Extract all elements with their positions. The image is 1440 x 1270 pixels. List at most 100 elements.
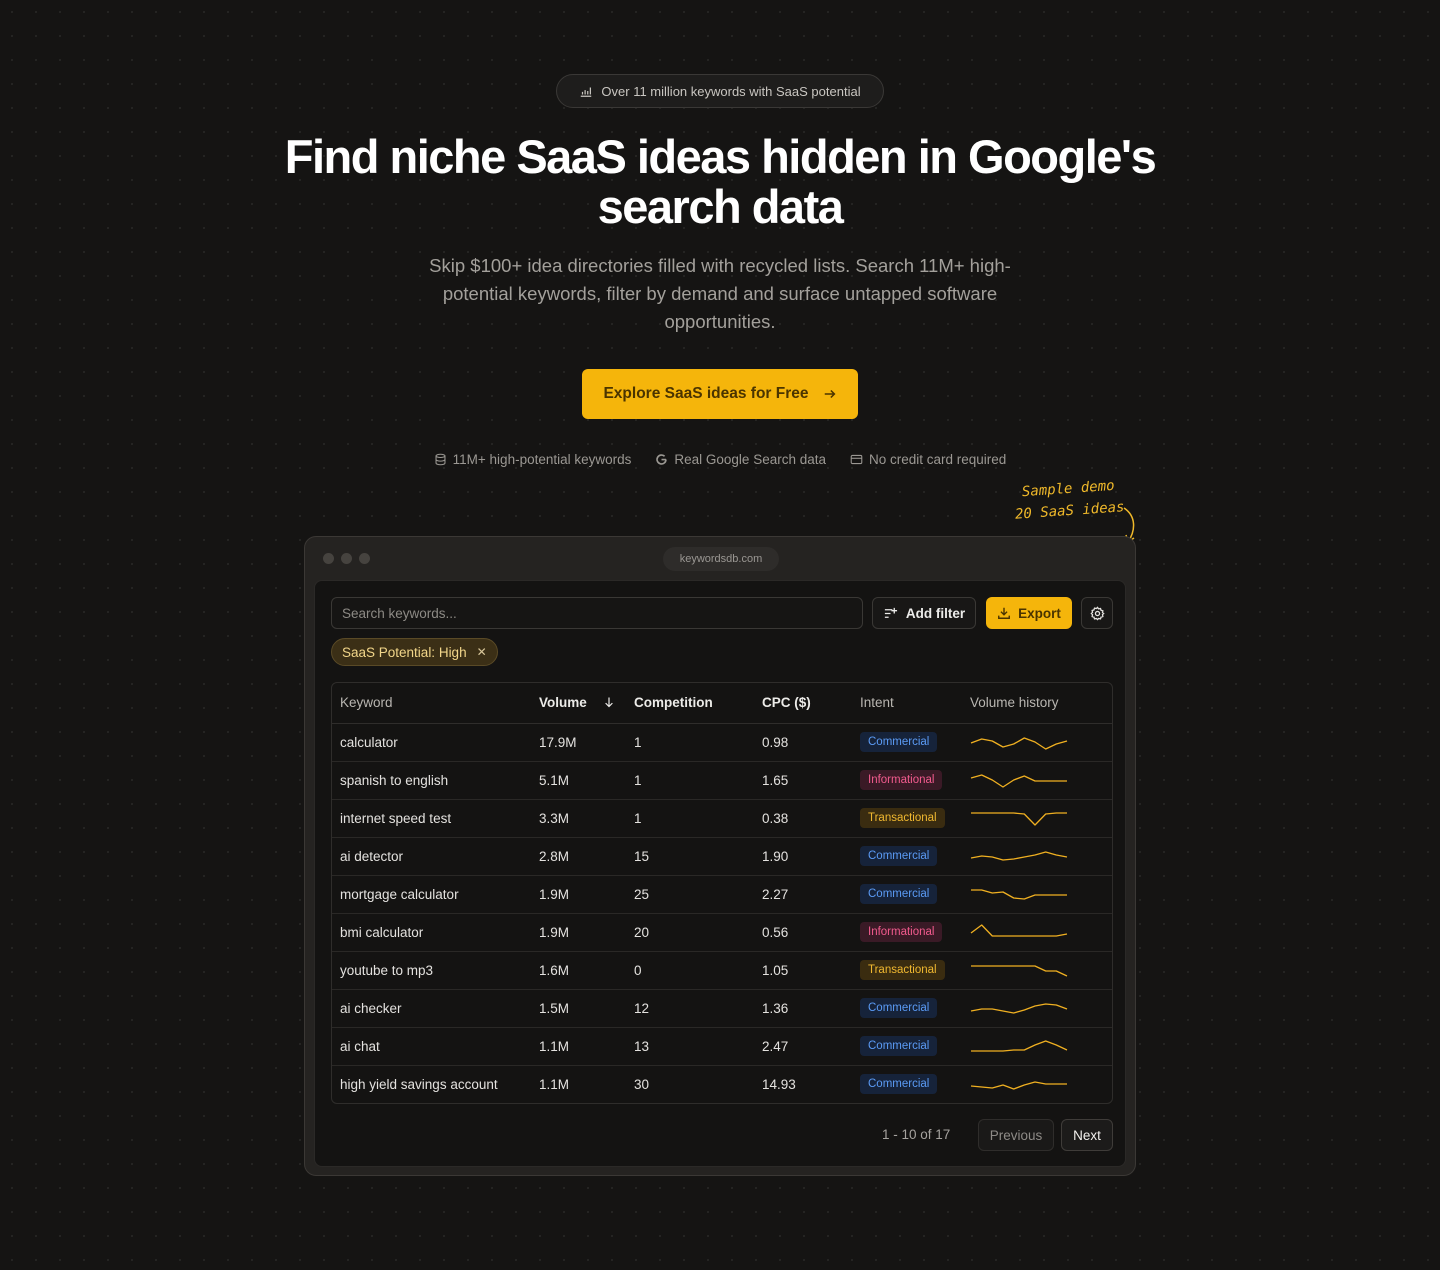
- volume-sparkline: [971, 812, 1067, 826]
- intent-cell: Transactional: [852, 951, 962, 990]
- history-cell: [962, 1065, 1112, 1103]
- volume-sparkline: [971, 889, 1067, 900]
- history-cell: [962, 989, 1112, 1028]
- history-cell: [962, 723, 1112, 762]
- intent-cell: Commercial: [852, 1065, 962, 1103]
- volume-sparkline: [970, 851, 1068, 861]
- table-row[interactable]: ai chat 1.1M 13 2.47 Commercial: [332, 1027, 1112, 1066]
- col-intent[interactable]: Intent: [852, 683, 962, 724]
- table-row[interactable]: ai checker 1.5M 12 1.36 Commercial: [332, 989, 1112, 1028]
- volume-cell: 1.9M: [531, 913, 626, 952]
- history-cell: [962, 875, 1112, 914]
- table-row[interactable]: bmi calculator 1.9M 20 0.56 Informational: [332, 913, 1112, 952]
- chart-icon: [581, 87, 592, 97]
- table-row[interactable]: youtube to mp3 1.6M 0 1.05 Transactional: [332, 951, 1112, 990]
- cpc-cell: 2.27: [754, 875, 852, 914]
- intent-badge: Commercial: [860, 846, 938, 866]
- feature-keywords: 11M+ high-potential keywords: [434, 452, 631, 467]
- volume-cell: 1.5M: [531, 989, 626, 1028]
- minimize-dot[interactable]: [341, 553, 352, 564]
- history-cell: [962, 951, 1112, 990]
- previous-page-button[interactable]: Previous: [978, 1119, 1054, 1151]
- cpc-cell: 1.65: [754, 761, 852, 800]
- competition-cell: 1: [626, 761, 754, 800]
- cpc-cell: 2.47: [754, 1027, 852, 1066]
- intent-cell: Commercial: [852, 723, 962, 762]
- competition-cell: 20: [626, 913, 754, 952]
- intent-cell: Commercial: [852, 989, 962, 1028]
- active-filter-chip: SaaS Potential: High ✕: [331, 638, 498, 666]
- pagination-info: 1 - 10 of 17: [882, 1127, 951, 1142]
- history-cell: [962, 913, 1112, 952]
- volume-cell: 1.1M: [539, 1076, 570, 1092]
- explore-cta-button[interactable]: Explore SaaS ideas for Free: [582, 369, 858, 419]
- maximize-dot[interactable]: [359, 553, 370, 564]
- keyword-cell: ai detector: [332, 837, 531, 876]
- filter-icon: [884, 607, 897, 618]
- hero-badge-text: Over 11 million keywords with SaaS poten…: [601, 83, 861, 99]
- add-filter-button[interactable]: Add filter: [872, 597, 976, 629]
- cpc-cell: 1.05: [754, 951, 852, 990]
- col-keyword[interactable]: Keyword: [332, 683, 531, 724]
- table-header-row: Keyword Volume Competition CPC ($) Inten…: [332, 683, 1112, 724]
- intent-badge: Informational: [860, 922, 943, 942]
- volume-cell: 1.6M: [531, 951, 626, 990]
- history-cell: [962, 761, 1112, 800]
- window-controls: [323, 553, 370, 564]
- close-dot[interactable]: [323, 553, 334, 564]
- keyword-cell: bmi calculator: [332, 913, 531, 952]
- cpc-cell: 14.93: [762, 1076, 796, 1092]
- competition-cell: 0: [626, 951, 754, 990]
- volume-cell: 1.9M: [531, 875, 626, 914]
- intent-badge: Transactional: [860, 808, 945, 828]
- settings-button[interactable]: [1081, 597, 1113, 629]
- cpc-cell: 1.36: [754, 989, 852, 1028]
- browser-window: keywordsdb.com Add filter Export SaaS Po…: [304, 536, 1136, 1176]
- sort-desc-icon: [604, 697, 613, 708]
- intent-cell: Commercial: [852, 875, 962, 914]
- table-row[interactable]: mortgage calculator 1.9M 25 2.27 Commercial: [332, 875, 1112, 914]
- col-volume[interactable]: Volume: [531, 683, 626, 724]
- competition-cell: 1: [626, 723, 754, 762]
- remove-filter-icon[interactable]: ✕: [477, 645, 487, 659]
- credit-card-icon: [850, 454, 863, 465]
- col-cpc[interactable]: CPC ($): [754, 683, 852, 724]
- table-row[interactable]: high yield savings account 1.1M 30 14.93 Com…: [332, 1065, 1112, 1103]
- intent-badge: Commercial: [860, 1074, 938, 1095]
- col-competition[interactable]: Competition: [626, 683, 754, 724]
- keyword-cell: calculator: [332, 723, 531, 762]
- cpc-cell: 0.56: [754, 913, 852, 952]
- table-row[interactable]: ai detector 2.8M 15 1.90 Commercial: [332, 837, 1112, 876]
- intent-cell: Commercial: [852, 837, 962, 876]
- cta-label: Explore SaaS ideas for Free: [603, 385, 809, 402]
- gear-icon: [1089, 605, 1105, 621]
- history-cell: [962, 1027, 1112, 1066]
- volume-sparkline: [971, 1040, 1068, 1052]
- hero-badge: Over 11 million keywords with SaaS poten…: [556, 74, 884, 108]
- keywords-table: Keyword Volume Competition CPC ($) Inten…: [331, 682, 1113, 1104]
- intent-cell: Transactional: [852, 799, 962, 838]
- intent-cell: Informational: [852, 761, 962, 800]
- cpc-cell: 0.38: [754, 799, 852, 838]
- keyword-cell: spanish to english: [332, 761, 531, 800]
- col-history: Volume history: [962, 683, 1112, 724]
- table-row[interactable]: spanish to english 5.1M 1 1.65 Informational: [332, 761, 1112, 800]
- table-row[interactable]: calculator 17.9M 1 0.98 Commercial: [332, 723, 1112, 762]
- intent-badge: Transactional: [860, 960, 945, 980]
- volume-cell: 5.1M: [531, 761, 626, 800]
- history-cell: [962, 837, 1112, 876]
- table-row[interactable]: internet speed test 3.3M 1 0.38 Transactiona…: [332, 799, 1112, 838]
- feature-google: Real Google Search data: [655, 452, 826, 467]
- app-panel: Add filter Export SaaS Potential: High ✕…: [314, 580, 1126, 1167]
- volume-cell: 2.8M: [531, 837, 626, 876]
- competition-cell: 1: [626, 799, 754, 838]
- intent-badge: Commercial: [860, 884, 938, 904]
- volume-sparkline: [970, 1003, 1068, 1014]
- keyword-cell: ai checker: [332, 989, 531, 1028]
- competition-cell: 15: [626, 837, 754, 876]
- next-page-button[interactable]: Next: [1061, 1119, 1113, 1151]
- search-input[interactable]: [331, 597, 863, 629]
- address-bar[interactable]: keywordsdb.com: [663, 547, 779, 571]
- export-button[interactable]: Export: [986, 597, 1072, 629]
- hero-subtitle: Skip $100+ idea directories filled with …: [429, 255, 1011, 332]
